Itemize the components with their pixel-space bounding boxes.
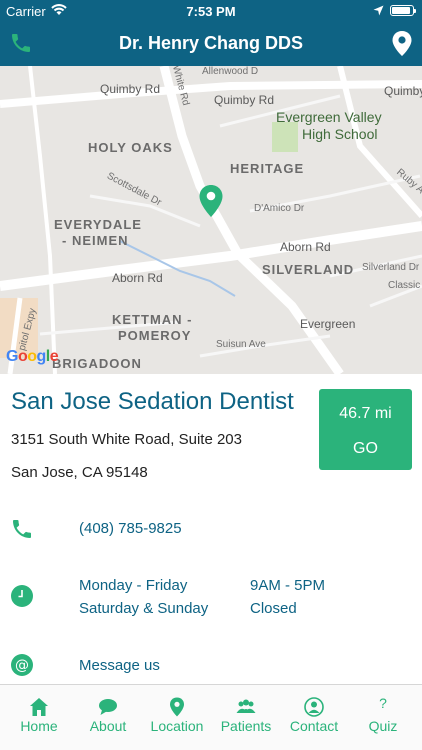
google-logo-letter: G bbox=[6, 348, 18, 365]
top-bar: Carrier 7:53 PM Dr. Henry Chang DDS bbox=[0, 0, 422, 66]
tab-about[interactable]: About bbox=[73, 685, 143, 750]
map-label: SILVERLAND bbox=[262, 262, 355, 277]
map-label: EVERYDALE bbox=[54, 217, 142, 232]
hours-time: 9AM - 5PM bbox=[250, 577, 326, 594]
map-label: Classic bbox=[388, 280, 421, 291]
message-us-link[interactable]: Message us bbox=[79, 657, 160, 674]
page-title: Dr. Henry Chang DDS bbox=[118, 33, 304, 53]
chat-bubble-icon bbox=[99, 699, 117, 715]
map-label: Aborn Rd bbox=[280, 240, 331, 254]
map-label: Evergreen Valley bbox=[276, 109, 382, 125]
hours-time: Closed bbox=[250, 600, 297, 617]
email-at-icon: @ bbox=[10, 653, 34, 677]
status-time: 7:53 PM bbox=[186, 4, 236, 19]
map-label: High School bbox=[302, 126, 378, 142]
tab-quiz[interactable]: ? Quiz bbox=[348, 685, 418, 750]
tab-label: Home bbox=[20, 718, 58, 734]
tab-label: Patients bbox=[220, 718, 272, 734]
map-label: POMEROY bbox=[118, 328, 192, 343]
map-label: Aborn Rd bbox=[112, 271, 163, 285]
location-arrow-icon bbox=[373, 4, 384, 19]
tab-bar: Home About Location Patients Contact ? Q… bbox=[0, 684, 422, 750]
address-line-1: 3151 South White Road, Suite 203 bbox=[11, 431, 242, 448]
location-pin-icon[interactable] bbox=[391, 30, 413, 57]
people-icon bbox=[236, 699, 256, 713]
map-label: Quimby Rd bbox=[214, 93, 275, 107]
map-label: Evergreen bbox=[300, 317, 356, 331]
practice-name: San Jose Sedation Dentist bbox=[11, 388, 294, 415]
google-logo-letter: e bbox=[49, 348, 59, 365]
clock-icon bbox=[10, 584, 34, 608]
battery-icon bbox=[390, 5, 416, 16]
google-logo-letter: o bbox=[27, 348, 37, 365]
home-icon bbox=[30, 698, 48, 716]
status-bar: Carrier 7:53 PM bbox=[0, 0, 422, 22]
tab-contact[interactable]: Contact bbox=[279, 685, 349, 750]
tab-location[interactable]: Location bbox=[142, 685, 212, 750]
tab-patients[interactable]: Patients bbox=[211, 685, 281, 750]
distance-label: 46.7 mi bbox=[339, 405, 392, 422]
map-label: KETTMAN - bbox=[112, 312, 193, 327]
map-label: Suisun Ave bbox=[216, 339, 266, 350]
question-mark-icon: ? bbox=[379, 695, 387, 711]
map-label: Quimby bbox=[384, 84, 422, 98]
map-label: Silverland Dr bbox=[362, 262, 420, 273]
map-label: HOLY OAKS bbox=[88, 140, 173, 155]
person-circle-icon bbox=[304, 697, 324, 717]
map-label: Allenwood D bbox=[202, 66, 259, 77]
map-label: BRIGADOON bbox=[52, 356, 142, 371]
map-label: HERITAGE bbox=[230, 161, 305, 176]
phone-icon bbox=[10, 517, 34, 541]
tab-label: Quiz bbox=[368, 718, 398, 734]
tab-label: Location bbox=[150, 718, 204, 734]
tab-home[interactable]: Home bbox=[4, 685, 74, 750]
google-logo: Google bbox=[6, 348, 59, 366]
directions-go-button[interactable]: 46.7 mi GO bbox=[319, 389, 412, 470]
hours-days: Saturday & Sunday bbox=[79, 600, 209, 617]
google-logo-letter: g bbox=[36, 348, 47, 365]
location-pin-icon bbox=[170, 697, 184, 717]
map-label: - NEIMEN bbox=[62, 233, 129, 248]
google-logo-letter: o bbox=[17, 348, 28, 365]
svg-text:@: @ bbox=[15, 658, 29, 674]
address-line-2: San Jose, CA 95148 bbox=[11, 464, 148, 481]
go-label: GO bbox=[353, 440, 378, 457]
battery-level bbox=[392, 7, 411, 14]
map-label: Quimby Rd bbox=[100, 82, 161, 96]
map-view[interactable]: Quimby Rd Quimby Rd Quimby Allenwood D E… bbox=[0, 66, 422, 374]
map-label: D'Amico Dr bbox=[254, 203, 305, 214]
tab-label: About bbox=[89, 718, 127, 734]
hours-days: Monday - Friday bbox=[79, 577, 188, 594]
phone-link[interactable]: (408) 785-9825 bbox=[79, 520, 182, 537]
tab-label: Contact bbox=[289, 718, 339, 734]
map-marker-icon[interactable] bbox=[198, 184, 224, 218]
google-logo-text: Google bbox=[6, 348, 59, 365]
